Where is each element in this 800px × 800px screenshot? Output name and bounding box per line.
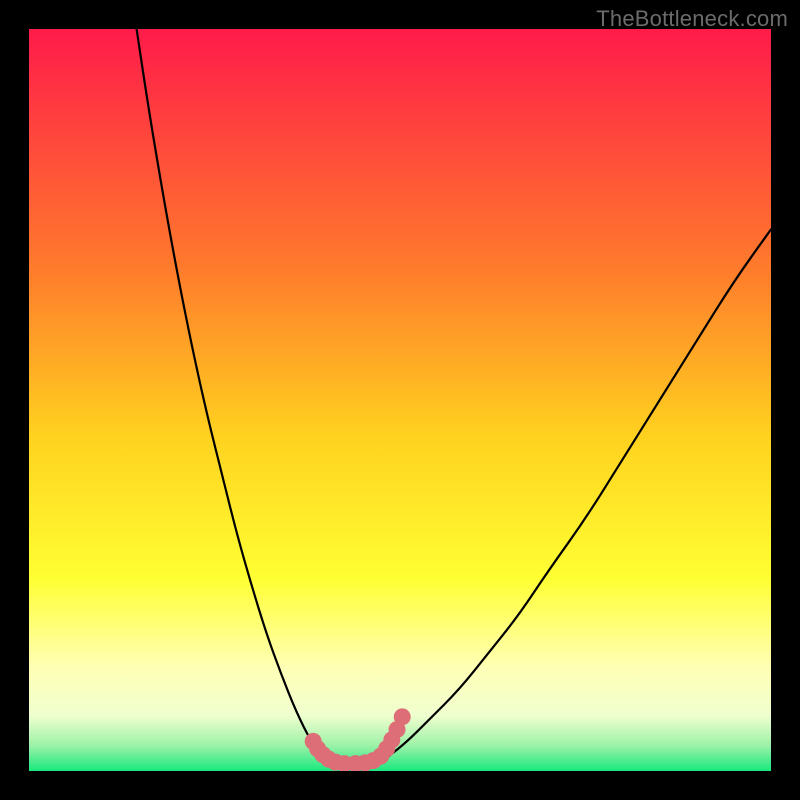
valley-marker — [394, 708, 411, 725]
plot-box — [29, 29, 771, 771]
chart-stage: TheBottleneck.com — [0, 0, 800, 800]
plot-svg — [29, 29, 771, 771]
